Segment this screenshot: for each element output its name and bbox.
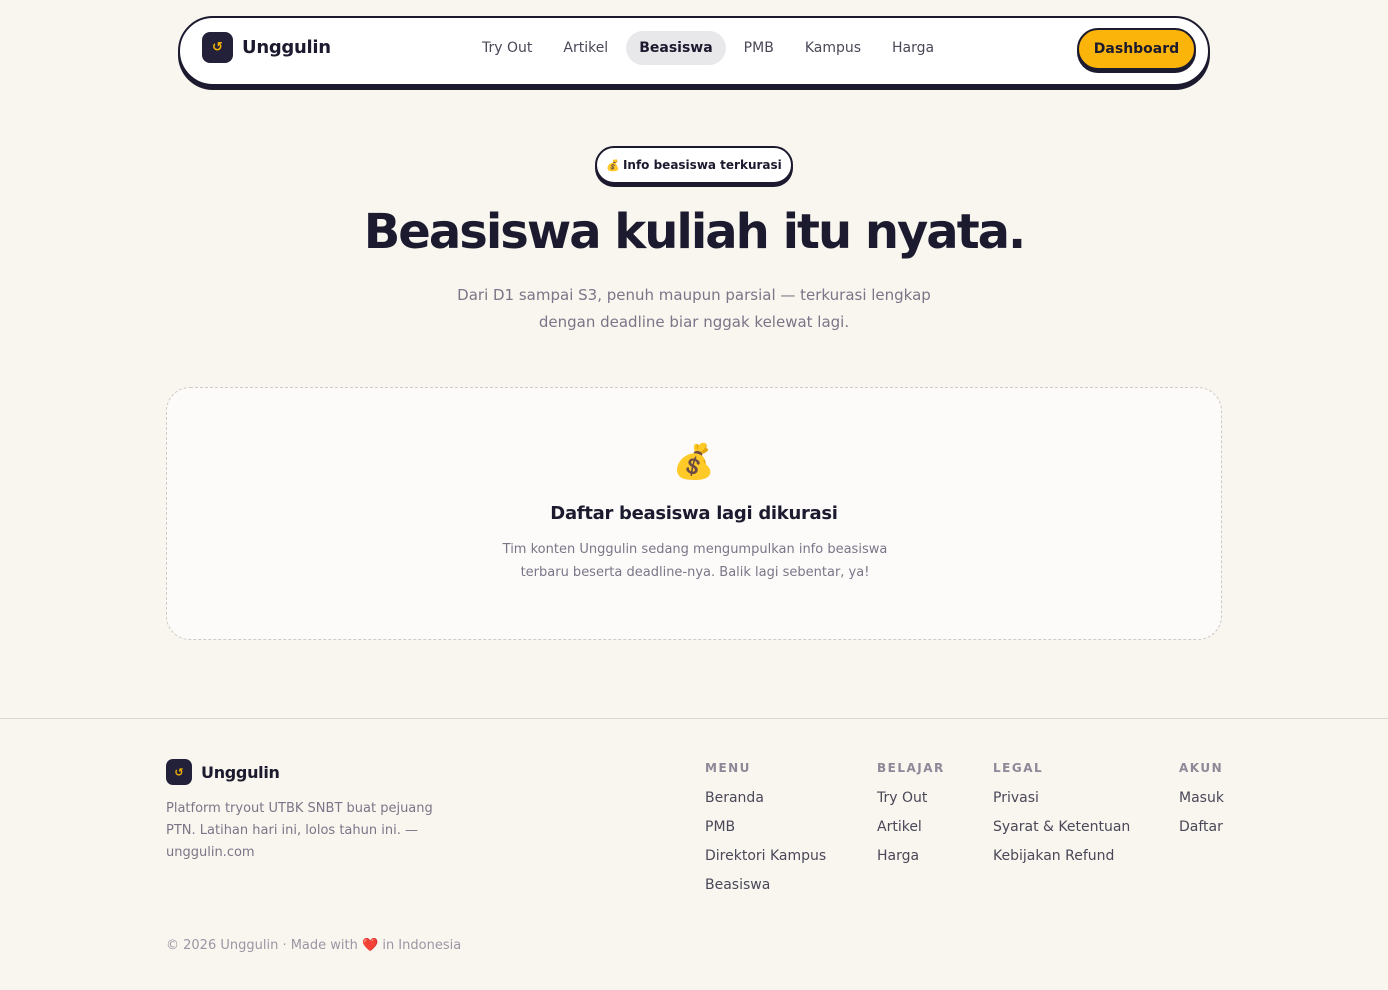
footer-desc-line-1: Platform tryout UTBK SNBT buat pejuang (166, 801, 433, 816)
footer-divider (0, 718, 1388, 719)
page-subtitle: Dari D1 sampai S3, penuh maupun parsial … (444, 282, 944, 336)
footer-link-artikel[interactable]: Artikel (877, 818, 945, 837)
info-pill-badge: 💰 Info beasiswa terkurasi (595, 146, 793, 184)
footer-link-privasi[interactable]: Privasi (993, 789, 1130, 808)
subtitle-line-2: dengan deadline biar nggak kelewat lagi. (538, 313, 850, 331)
empty-state-title: Daftar beasiswa lagi dikurasi (550, 503, 838, 524)
footer-description: Platform tryout UTBK SNBT buat pejuang P… (166, 798, 436, 864)
page-title: Beasiswa kuliah itu nyata. (363, 204, 1027, 260)
footer-link-try-out[interactable]: Try Out (877, 789, 945, 808)
money-bag-icon: 💰 (672, 442, 716, 482)
footer-column-belajar: BELAJAR Try Out Artikel Harga (877, 761, 945, 876)
dashboard-button[interactable]: Dashboard (1077, 28, 1196, 70)
footer-brand[interactable]: ↺ Unggulin (166, 759, 280, 785)
footer-brand-name: Unggulin (201, 762, 280, 782)
footer-heading-belajar: BELAJAR (877, 761, 945, 775)
money-bag-icon: 💰 (606, 158, 620, 172)
footer-heading-legal: LEGAL (993, 761, 1044, 775)
empty-text-line-1: Tim konten Unggulin sedang mengumpulkan … (502, 542, 888, 557)
empty-state-text: Tim konten Unggulin sedang mengumpulkan … (485, 538, 905, 584)
nav-link-pmb[interactable]: PMB (731, 31, 787, 65)
footer-desc-line-3: unggulin.com (166, 845, 255, 860)
pill-label: Info beasiswa terkurasi (622, 158, 782, 172)
footer-column-menu: MENU Beranda PMB Direktori Kampus Beasis… (705, 761, 826, 905)
brand-logo-icon: ↺ (202, 32, 233, 63)
nav-link-try-out[interactable]: Try Out (469, 31, 545, 65)
empty-text-line-2: terbaru beserta deadline-nya. Balik lagi… (520, 565, 870, 580)
footer-link-masuk[interactable]: Masuk (1179, 789, 1224, 808)
footer-heading-akun: AKUN (1179, 761, 1224, 775)
footer-link-pmb[interactable]: PMB (705, 818, 826, 837)
footer-link-syarat-ketentuan[interactable]: Syarat & Ketentuan (993, 818, 1130, 837)
footer-logo-icon: ↺ (166, 759, 192, 785)
nav-link-kampus[interactable]: Kampus (792, 31, 874, 65)
footer-heading-menu: MENU (705, 761, 751, 775)
nav-links: Try Out Artikel Beasiswa PMB Kampus Harg… (469, 31, 952, 65)
empty-state-card: 💰 Daftar beasiswa lagi dikurasi Tim kont… (166, 387, 1222, 640)
footer-link-daftar[interactable]: Daftar (1179, 818, 1224, 837)
footer-link-beasiswa[interactable]: Beasiswa (705, 876, 826, 895)
footer-copyright: © 2026 Unggulin · Made with ❤️ in Indone… (166, 938, 461, 953)
footer-link-beranda[interactable]: Beranda (705, 789, 826, 808)
footer-link-kebijakan-refund[interactable]: Kebijakan Refund (993, 847, 1130, 866)
footer-link-harga[interactable]: Harga (877, 847, 945, 866)
footer-link-direktori-kampus[interactable]: Direktori Kampus (705, 847, 826, 866)
copyright-suffix: in Indonesia (382, 938, 462, 953)
footer-desc-line-2: PTN. Latihan hari ini, lolos tahun ini. … (166, 823, 418, 838)
brand-name: Unggulin (242, 37, 331, 58)
navbar: ↺ Unggulin Try Out Artikel Beasiswa PMB … (178, 16, 1210, 86)
footer-column-akun: AKUN Masuk Daftar (1179, 761, 1224, 847)
brand-logo-link[interactable]: ↺ Unggulin (202, 32, 331, 63)
nav-link-beasiswa[interactable]: Beasiswa (626, 31, 726, 65)
copyright-prefix: © 2026 Unggulin · Made with (166, 938, 358, 953)
heart-icon: ❤️ (362, 938, 379, 953)
nav-link-harga[interactable]: Harga (879, 31, 947, 65)
footer-column-legal: LEGAL Privasi Syarat & Ketentuan Kebijak… (993, 761, 1130, 876)
nav-link-artikel[interactable]: Artikel (550, 31, 621, 65)
subtitle-line-1: Dari D1 sampai S3, penuh maupun parsial … (457, 286, 931, 304)
